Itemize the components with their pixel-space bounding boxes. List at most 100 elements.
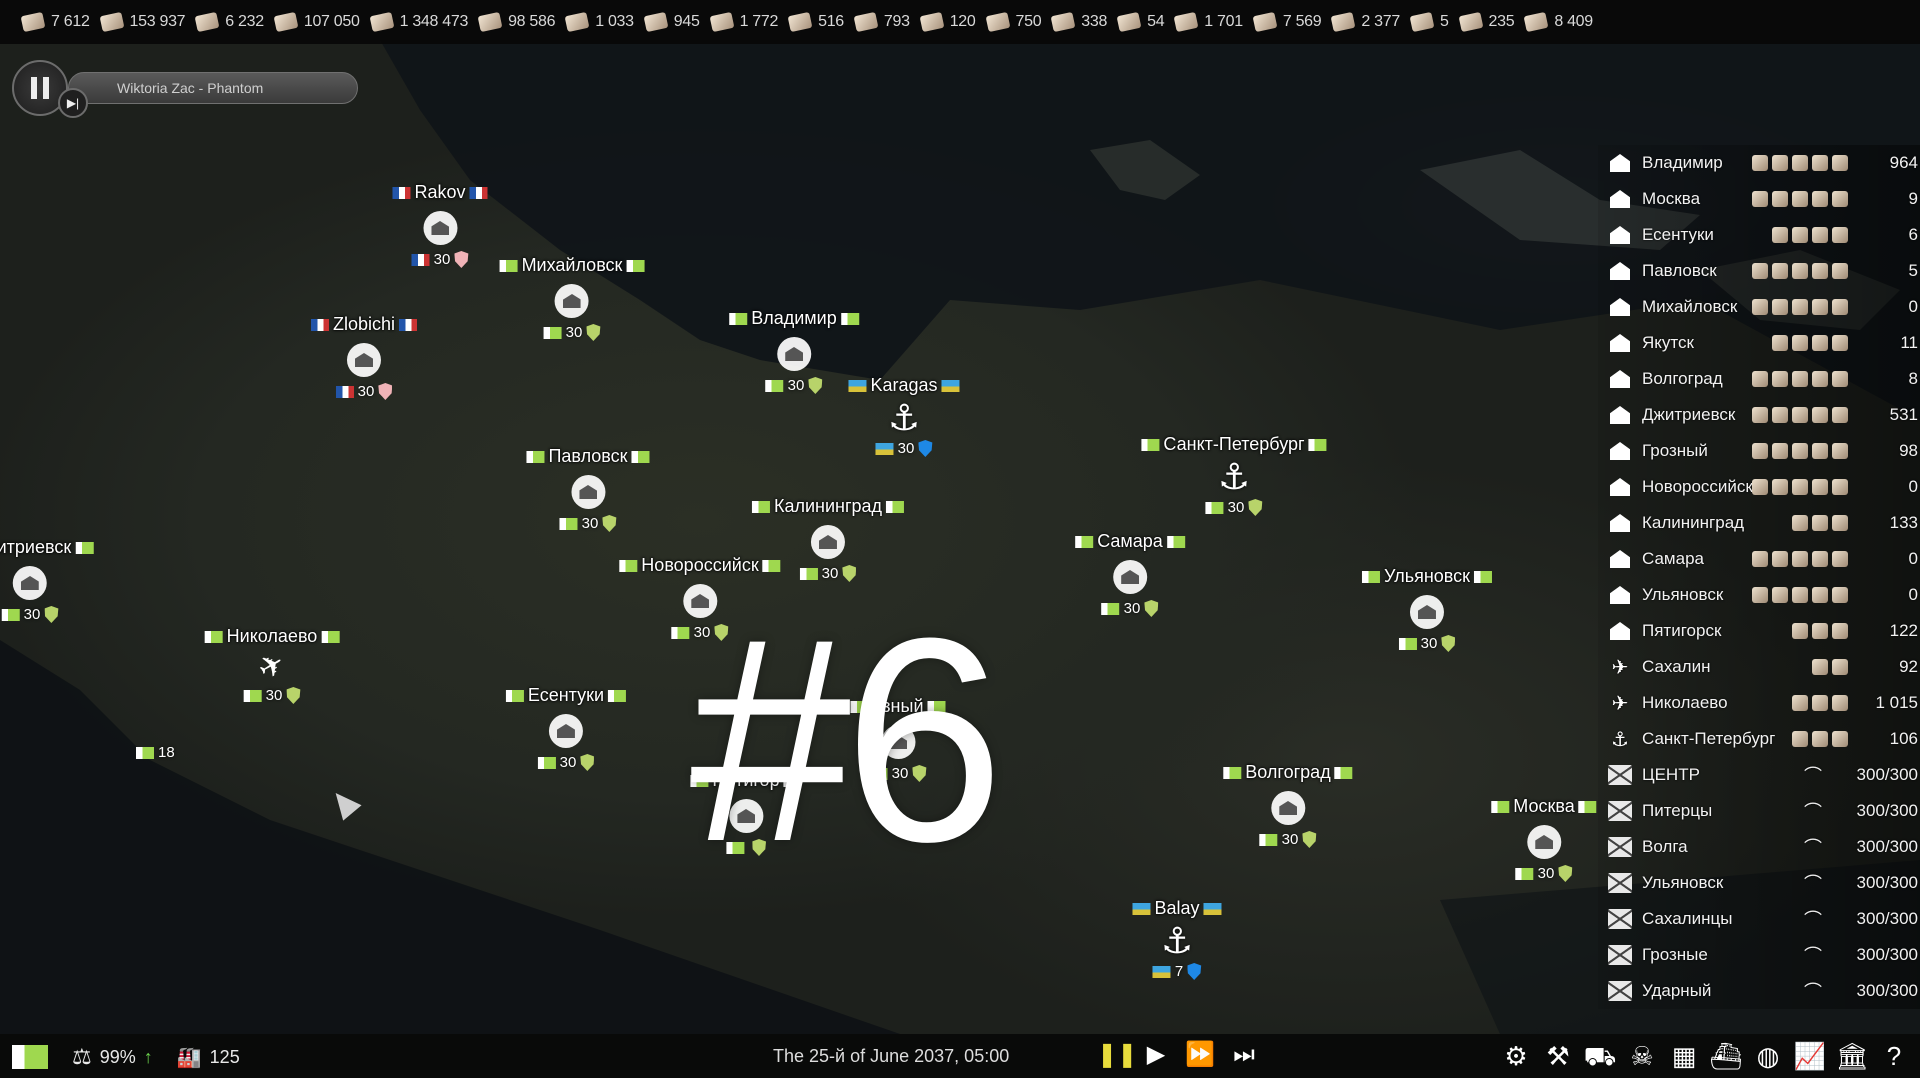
city-label[interactable]: Новороссийск [619,555,781,576]
city-marker[interactable]: Санкт-Петербург ⚓ 30 [1141,434,1327,516]
station-row[interactable]: Новороссийск 0 [1598,469,1920,505]
city-label[interactable]: Павловск [526,446,650,467]
station-row[interactable]: Якутск 11 [1598,325,1920,361]
city-marker[interactable]: Ульяновск 30 [1361,566,1493,652]
station-row[interactable]: Волгоград 8 [1598,361,1920,397]
flag-button[interactable] [12,1045,48,1069]
resource-bottle[interactable]: 5 [1409,11,1449,33]
station-row[interactable]: Калининград 133 [1598,505,1920,541]
build-road-icon[interactable]: ⚒ [1540,1039,1576,1073]
city-building-icon[interactable] [548,714,583,748]
city-marker[interactable]: Волгоград 30 [1223,762,1353,848]
resource-canned-food[interactable]: 107 050 [273,11,360,33]
city-building-icon[interactable] [1526,825,1561,859]
city-label[interactable]: Karagas [848,375,960,396]
city-marker[interactable]: Михайловск 30 [499,255,645,341]
company-row[interactable]: Волга ⌒ 300/300 [1598,829,1920,865]
resource-crate[interactable]: 1 701 [1173,11,1243,33]
resource-steel[interactable]: 945 [643,11,700,33]
resource-log[interactable]: 120 [919,11,976,33]
buildings-indicator[interactable]: 🏭 125 [177,1045,240,1070]
ship-icon[interactable]: ⛴ [1708,1039,1744,1073]
city-label[interactable]: Санкт-Петербург [1141,434,1327,455]
city-label[interactable]: Михайловск [499,255,645,276]
play-button[interactable]: ▶ [1141,1040,1171,1070]
resource-wheat[interactable]: 98 586 [477,11,556,33]
resource-paper[interactable]: 7 612 [20,11,90,33]
city-building-icon[interactable] [13,566,47,600]
station-row[interactable]: Павловск 5 [1598,253,1920,289]
resource-grain[interactable]: 8 409 [1523,11,1593,33]
city-building-icon[interactable] [1409,595,1444,629]
city-building-icon[interactable] [811,525,845,559]
station-row[interactable]: Есентуки 6 [1598,217,1920,253]
resource-wool[interactable]: 7 569 [1252,11,1322,33]
city-label[interactable]: Москва [1491,796,1597,817]
harbor-anchor-icon[interactable]: ⚓ [1141,457,1326,497]
settings-gear-icon[interactable]: ⚙ [1498,1039,1534,1073]
station-row[interactable]: Москва 9 [1598,181,1920,217]
fast-forward-button[interactable]: ⏩ [1185,1040,1215,1070]
station-row[interactable]: Грозный 98 [1598,433,1920,469]
music-skip-button[interactable]: ▶| [58,88,88,118]
city-icon[interactable]: ▦ [1666,1039,1702,1073]
city-marker[interactable]: Karagas ⚓ 30 [848,375,960,457]
resource-pen[interactable]: 6 232 [194,11,264,33]
city-label[interactable]: китриевск [0,537,94,558]
statistics-icon[interactable]: 📈 [1792,1039,1828,1073]
city-building-icon[interactable] [571,475,605,509]
city-building-icon[interactable] [347,343,381,377]
resource-stone[interactable]: 793 [853,11,910,33]
resource-glass[interactable]: 2 377 [1330,11,1400,33]
city-label[interactable]: Zlobichi [310,314,418,335]
city-building-icon[interactable] [1113,560,1147,594]
city-marker[interactable]: Москва 30 [1491,796,1597,882]
resource-lumber[interactable]: 1 348 473 [369,11,468,33]
resource-metal[interactable]: 516 [787,11,844,33]
resource-meat[interactable]: 235 [1458,11,1515,33]
station-row[interactable]: Михайловск 0 [1598,289,1920,325]
bank-icon[interactable]: 🏛 [1834,1039,1870,1073]
city-marker[interactable]: Rakov 30 [392,182,488,268]
city-label[interactable]: Волгоград [1223,762,1353,783]
city-label[interactable]: Владимир [729,308,859,329]
resource-wood[interactable]: 54 [1116,11,1165,33]
harbor-anchor-icon[interactable]: ⚓ [848,398,959,438]
city-marker[interactable]: китриевск 30 [0,537,94,623]
vehicle-level-marker[interactable]: 18 [136,744,175,761]
city-label[interactable]: Калининград [751,496,905,517]
harbor-anchor-icon[interactable]: ⚓ [1132,921,1221,961]
station-row[interactable]: ✈ Николаево 1 015 [1598,685,1920,721]
company-row[interactable]: Питерцы ⌒ 300/300 [1598,793,1920,829]
company-row[interactable]: Сахалинцы ⌒ 300/300 [1598,901,1920,937]
company-row[interactable]: Ульяновск ⌒ 300/300 [1598,865,1920,901]
city-building-icon[interactable] [555,284,589,318]
station-row[interactable]: ⚓ Санкт-Петербург 106 [1598,721,1920,757]
station-row[interactable]: Джитриевск 531 [1598,397,1920,433]
city-marker[interactable]: Николаево ✈ 30 [204,626,340,704]
station-row[interactable]: Ульяновск 0 [1598,577,1920,613]
resource-coal[interactable]: 1 772 [709,11,778,33]
company-row[interactable]: Грозные ⌒ 300/300 [1598,937,1920,973]
city-label[interactable]: Самара [1075,531,1185,552]
resource-gold[interactable]: 338 [1050,11,1107,33]
company-row[interactable]: ЦЕНТР ⌒ 300/300 [1598,757,1920,793]
city-label[interactable]: Есентуки [505,685,627,706]
city-label[interactable]: Ульяновск [1361,566,1493,587]
city-marker[interactable]: Павловск 30 [526,446,650,532]
pause-button[interactable]: ❚❚ [1097,1040,1137,1070]
city-marker[interactable]: Есентуки 30 [505,685,627,771]
globe-icon[interactable]: ◍ [1750,1039,1786,1073]
fastest-forward-button[interactable]: ⏭ [1229,1040,1259,1070]
station-row[interactable]: ✈ Сахалин 92 [1598,649,1920,685]
resource-ore[interactable]: 1 033 [564,11,634,33]
resource-gravel[interactable]: 750 [985,11,1042,33]
help-icon[interactable]: ? [1876,1039,1912,1073]
station-row[interactable]: Владимир 964 [1598,145,1920,181]
city-building-icon[interactable] [777,337,811,371]
company-row[interactable]: Ударный ⌒ 300/300 [1598,973,1920,1009]
station-row[interactable]: Самара 0 [1598,541,1920,577]
resource-bread[interactable]: 153 937 [99,11,186,33]
city-building-icon[interactable] [1271,791,1305,825]
depot-icon[interactable]: ⛟ [1582,1039,1618,1073]
